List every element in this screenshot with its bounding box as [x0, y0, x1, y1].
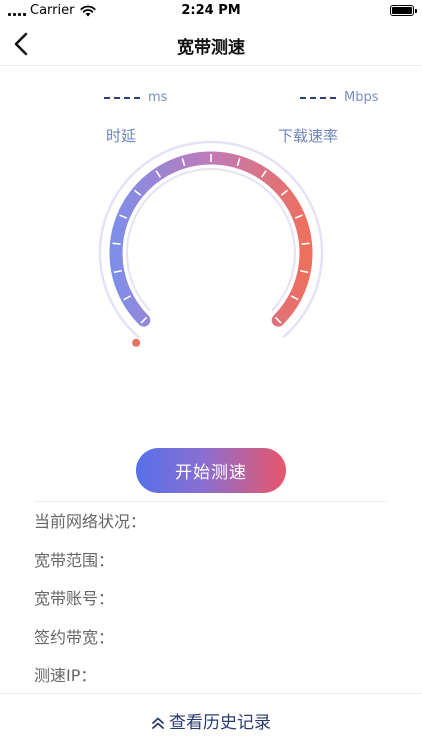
latency-readout: ms: [104, 90, 167, 105]
double-chevron-up-icon: [152, 717, 164, 729]
history-label: 查看历史记录: [169, 713, 271, 733]
speed-gauge: [98, 140, 324, 347]
latency-unit: ms: [148, 90, 168, 105]
status-time: 2:24 PM: [181, 3, 241, 18]
start-test-button[interactable]: 开始测速: [136, 448, 286, 493]
status-bar: Carrier 2:24 PM: [0, 0, 422, 22]
page-title: 宽带测速: [177, 38, 245, 58]
gauge-tick: [112, 242, 121, 245]
info-row-network-status: 当前网络状况：: [34, 512, 147, 531]
history-link[interactable]: 查看历史记录: [0, 708, 422, 733]
footer-bar: 查看历史记录: [0, 693, 422, 750]
info-row-contracted-bandwidth: 签约带宽：: [34, 627, 115, 647]
download-unit: Mbps: [344, 90, 379, 105]
latency-placeholder-dash: [104, 96, 140, 99]
battery-icon: [390, 5, 417, 16]
gauge-tick: [301, 242, 310, 245]
network-info-list: 当前网络状况： 宽带范围： 宽带账号： 签约带宽： 测速IP：: [34, 510, 146, 703]
nav-bar: 宽带测速: [0, 22, 422, 66]
download-placeholder-dash: [300, 96, 336, 99]
gauge-inner-track: [126, 167, 296, 312]
info-row-broadband-account: 宽带账号：: [34, 589, 115, 608]
download-readout: Mbps: [300, 90, 379, 105]
gauge-indicator-dot: [132, 338, 141, 347]
gauge-main-arc: [109, 151, 313, 327]
info-row-broadband-range: 宽带范围：: [34, 550, 115, 570]
divider: [34, 501, 387, 502]
